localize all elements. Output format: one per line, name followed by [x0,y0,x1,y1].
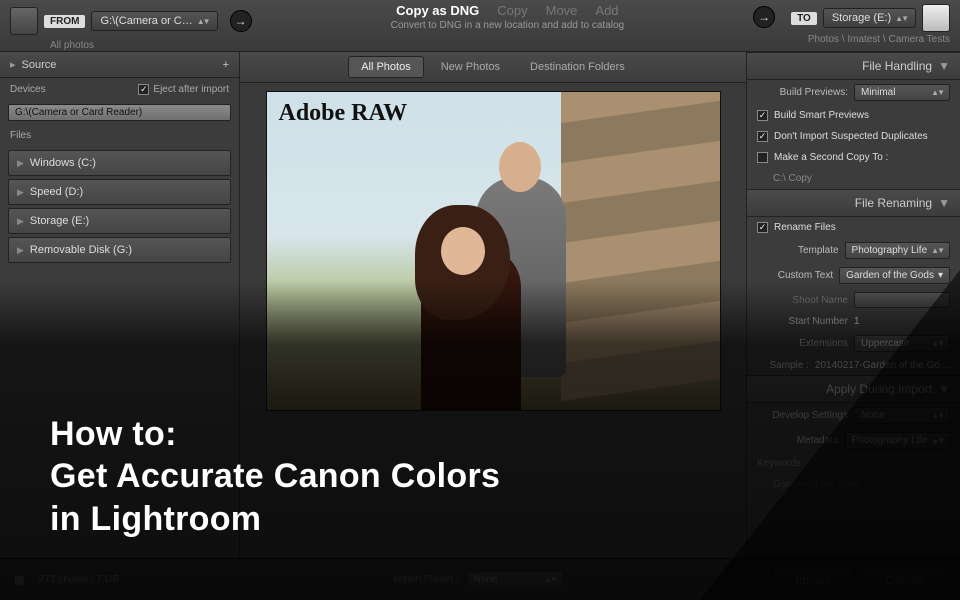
updown-icon: ▲▼ [931,88,943,97]
from-sub: All photos [50,40,258,51]
photo-people [421,187,601,411]
title-line-3: in Lightroom [50,498,500,541]
second-copy-checkbox[interactable] [757,152,768,163]
second-copy-path: C:\ Copy [747,168,960,189]
source-title: Source [22,59,57,71]
tab-add[interactable]: Add [595,3,618,18]
tab-move[interactable]: Move [546,3,578,18]
second-copy-label: Make a Second Copy To : [774,152,888,163]
eject-label: Eject after import [153,84,229,95]
to-path-button[interactable]: Storage (E:) ▲▼ [823,8,916,28]
center-tabbar: All Photos New Photos Destination Folder… [240,52,746,83]
drive-item[interactable]: ▶Speed (D:) [8,179,231,205]
triangle-right-icon: ▶ [17,158,24,169]
template-select[interactable]: Photography Life▲▼ [845,242,950,259]
drive-icon [10,7,38,35]
copy-mode-tabs: Copy as DNG Copy Move Add Convert to DNG… [268,0,748,31]
updown-icon: ▲▼ [895,14,907,23]
arrow-right-icon[interactable]: → [230,10,252,32]
file-handling-header[interactable]: File Handling▼ [747,52,960,80]
to-sub: Photos \ Imatest \ Camera Tests [791,34,950,45]
to-path-label: Storage (E:) [832,12,891,24]
drive-item[interactable]: ▶Removable Disk (G:) [8,237,231,263]
title-block: How to: Get Accurate Canon Colors in Lig… [50,413,500,541]
drive-item[interactable]: ▶Windows (C:) [8,150,231,176]
copy-mode-sub: Convert to DNG in a new location and add… [268,20,748,31]
build-previews-select[interactable]: Minimal▲▼ [854,84,950,101]
from-tag: FROM [44,15,85,28]
dupes-checkbox[interactable]: ✓ [757,131,768,142]
photo-count: 273 photos / 7 GB [38,574,119,585]
external-drive-icon [922,4,950,32]
updown-icon: ▲▼ [197,17,209,26]
updown-icon: ▲▼ [544,575,556,584]
devices-label: Devices [10,84,46,95]
triangle-down-icon: ▼ [938,196,950,210]
triangle-down-icon: ▼ [938,59,950,73]
from-block: FROM G:\(Camera or C… ▲▼ → All photos [0,0,268,51]
triangle-right-icon: ▶ [17,216,24,227]
template-label: Template [798,245,839,256]
topbar: FROM G:\(Camera or C… ▲▼ → All photos Cop… [0,0,960,52]
grid-icon[interactable]: ▦ [14,573,24,586]
file-renaming-header[interactable]: File Renaming▼ [747,189,960,217]
build-previews-label: Build Previews: [780,87,848,98]
tab-new-photos[interactable]: New Photos [428,56,513,78]
eject-checkbox[interactable]: ✓Eject after import [138,84,229,95]
smart-previews-label: Build Smart Previews [774,110,869,121]
import-preset-select[interactable]: None▲▼ [467,571,563,588]
import-preset-label: Import Preset : [393,574,459,585]
triangle-right-icon: ▶ [17,187,24,198]
plus-icon[interactable]: + [223,59,229,71]
rename-label: Rename Files [774,222,836,233]
to-tag: TO [791,12,817,25]
source-header[interactable]: ▸ Source + [0,52,239,78]
preview-photo[interactable]: Adobe RAW [266,91,721,411]
tab-copy-dng[interactable]: Copy as DNG [396,3,479,18]
tab-copy[interactable]: Copy [497,3,527,18]
preview-overlay-label: Adobe RAW [279,100,408,127]
tab-destination[interactable]: Destination Folders [517,56,638,78]
smart-previews-checkbox[interactable]: ✓ [757,110,768,121]
rename-checkbox[interactable]: ✓ [757,222,768,233]
wedge-shadow [700,270,960,600]
title-line-2: Get Accurate Canon Colors [50,455,500,498]
drive-item[interactable]: ▶Storage (E:) [8,208,231,234]
title-line-1: How to: [50,413,500,456]
tab-all-photos[interactable]: All Photos [348,56,424,78]
to-block: TO Storage (E:) ▲▼ Photos \ Imatest \ Cam… [781,0,960,45]
arrow-right-icon[interactable]: → [753,6,775,28]
from-path-button[interactable]: G:\(Camera or C… ▲▼ [91,11,217,31]
from-path-label: G:\(Camera or C… [100,15,192,27]
triangle-right-icon: ▶ [17,245,24,256]
files-label: Files [0,124,239,147]
triangle-right-icon: ▸ [10,59,16,71]
updown-icon: ▲▼ [931,246,943,255]
dupes-label: Don't Import Suspected Duplicates [774,131,928,142]
device-item[interactable]: G:\(Camera or Card Reader) [8,104,231,121]
